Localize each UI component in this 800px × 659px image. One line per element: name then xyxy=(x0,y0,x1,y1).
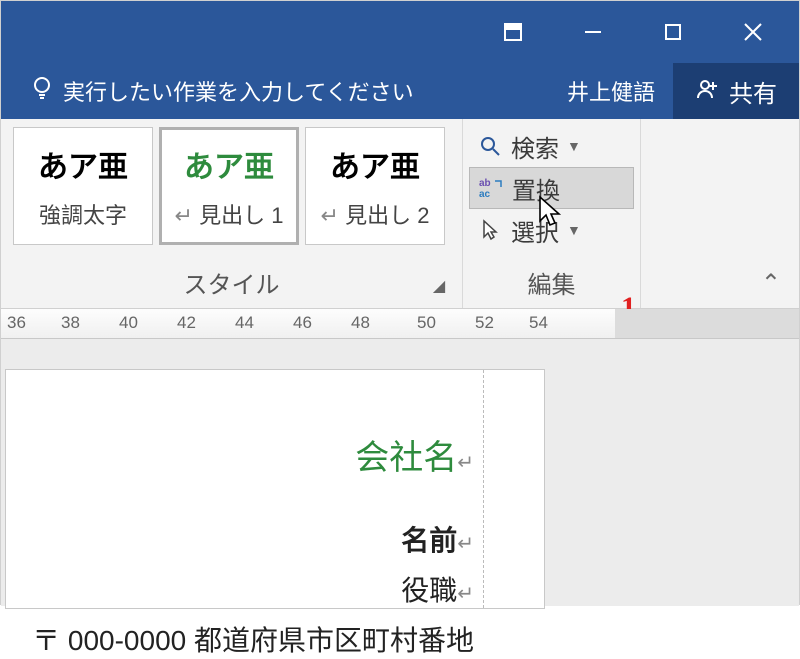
paragraph-mark-icon: ↵ xyxy=(457,583,474,605)
search-icon xyxy=(475,135,505,157)
styles-group-label: スタイル xyxy=(184,265,280,300)
style-item-strong[interactable]: あア亜 強調太字 xyxy=(13,127,153,245)
ruler-tick: 36 xyxy=(7,313,26,333)
share-label: 共有 xyxy=(729,74,777,109)
tellme-placeholder[interactable]: 実行したい作業を入力してください xyxy=(63,75,414,107)
styles-dialog-launcher[interactable]: ◢ xyxy=(428,276,450,298)
document-area[interactable]: 会社名↵ 名前↵ 役職↵ 〒 000-0000 都道府県市区町村番地 xyxy=(1,339,799,606)
editing-group-label: 編集 xyxy=(528,265,576,300)
share-icon xyxy=(695,76,719,107)
svg-text:ac: ac xyxy=(479,189,491,199)
styles-group: あア亜 強調太字 あア亜 ↵ 見出し 1 あア亜 ↵ 見出し 2 スタイル ◢ xyxy=(1,119,463,308)
style-sample: あア亜 xyxy=(184,142,274,186)
style-sample: あア亜 xyxy=(38,142,128,186)
paragraph-mark-icon: ↵ xyxy=(457,533,474,555)
select-button[interactable]: 選択 ▼ xyxy=(469,209,634,251)
replace-icon: ab ac xyxy=(476,177,506,199)
svg-text:ab: ab xyxy=(479,178,491,189)
ruler-tick: 44 xyxy=(235,313,254,333)
style-item-heading2[interactable]: あア亜 ↵ 見出し 2 xyxy=(305,127,445,245)
find-button[interactable]: 検索 ▼ xyxy=(469,125,634,167)
ruler-tick: 40 xyxy=(119,313,138,333)
find-label: 検索 xyxy=(511,129,559,164)
style-item-heading1[interactable]: あア亜 ↵ 見出し 1 xyxy=(159,127,299,245)
ribbon-display-options-button[interactable] xyxy=(473,1,553,63)
style-sample: あア亜 xyxy=(330,142,420,186)
ribbon: あア亜 強調太字 あア亜 ↵ 見出し 1 あア亜 ↵ 見出し 2 スタイル ◢ … xyxy=(1,119,799,309)
tellme-bar: 実行したい作業を入力してください 井上健語 共有 xyxy=(1,63,799,119)
ruler-tick: 50 xyxy=(417,313,436,333)
close-button[interactable] xyxy=(713,1,793,63)
username-label[interactable]: 井上健語 xyxy=(549,75,673,107)
ruler-tick: 52 xyxy=(475,313,494,333)
ruler-tick: 48 xyxy=(351,313,370,333)
chevron-down-icon: ▼ xyxy=(567,138,581,154)
ruler-tick: 38 xyxy=(61,313,80,333)
minimize-button[interactable] xyxy=(553,1,633,63)
replace-button[interactable]: ab ac 置換 xyxy=(469,167,634,209)
select-label: 選択 xyxy=(511,213,559,248)
ruler-margin-zone xyxy=(615,309,799,338)
doc-name[interactable]: 名前 xyxy=(401,525,457,556)
lightbulb-icon xyxy=(31,75,53,107)
chevron-down-icon: ▼ xyxy=(567,222,581,238)
doc-company[interactable]: 会社名 xyxy=(355,439,457,477)
doc-position[interactable]: 役職 xyxy=(401,575,457,606)
style-label: ↵ 見出し 2 xyxy=(321,198,430,230)
share-button[interactable]: 共有 xyxy=(673,63,799,119)
style-label: ↵ 見出し 1 xyxy=(175,198,284,230)
style-label: 強調太字 xyxy=(39,198,127,230)
maximize-button[interactable] xyxy=(633,1,713,63)
doc-address[interactable]: 〒 000-0000 都道府県市区町村番地 xyxy=(32,625,474,656)
titlebar xyxy=(1,1,799,63)
ruler-tick: 46 xyxy=(293,313,312,333)
style-gallery[interactable]: あア亜 強調太字 あア亜 ↵ 見出し 1 あア亜 ↵ 見出し 2 xyxy=(7,127,456,245)
cursor-icon xyxy=(475,219,505,241)
ruler-tick: 54 xyxy=(529,313,548,333)
document-page[interactable]: 会社名↵ 名前↵ 役職↵ 〒 000-0000 都道府県市区町村番地 xyxy=(5,369,545,609)
editing-group: 検索 ▼ ab ac 置換 選択 ▼ 編集 xyxy=(463,119,641,308)
ruler-tick: 42 xyxy=(177,313,196,333)
replace-label: 置換 xyxy=(512,171,560,206)
collapse-ribbon-button[interactable]: ⌃ xyxy=(761,269,781,298)
horizontal-ruler[interactable]: 36 38 40 42 44 46 48 50 52 54 xyxy=(1,309,799,339)
paragraph-mark-icon: ↵ xyxy=(457,452,474,474)
